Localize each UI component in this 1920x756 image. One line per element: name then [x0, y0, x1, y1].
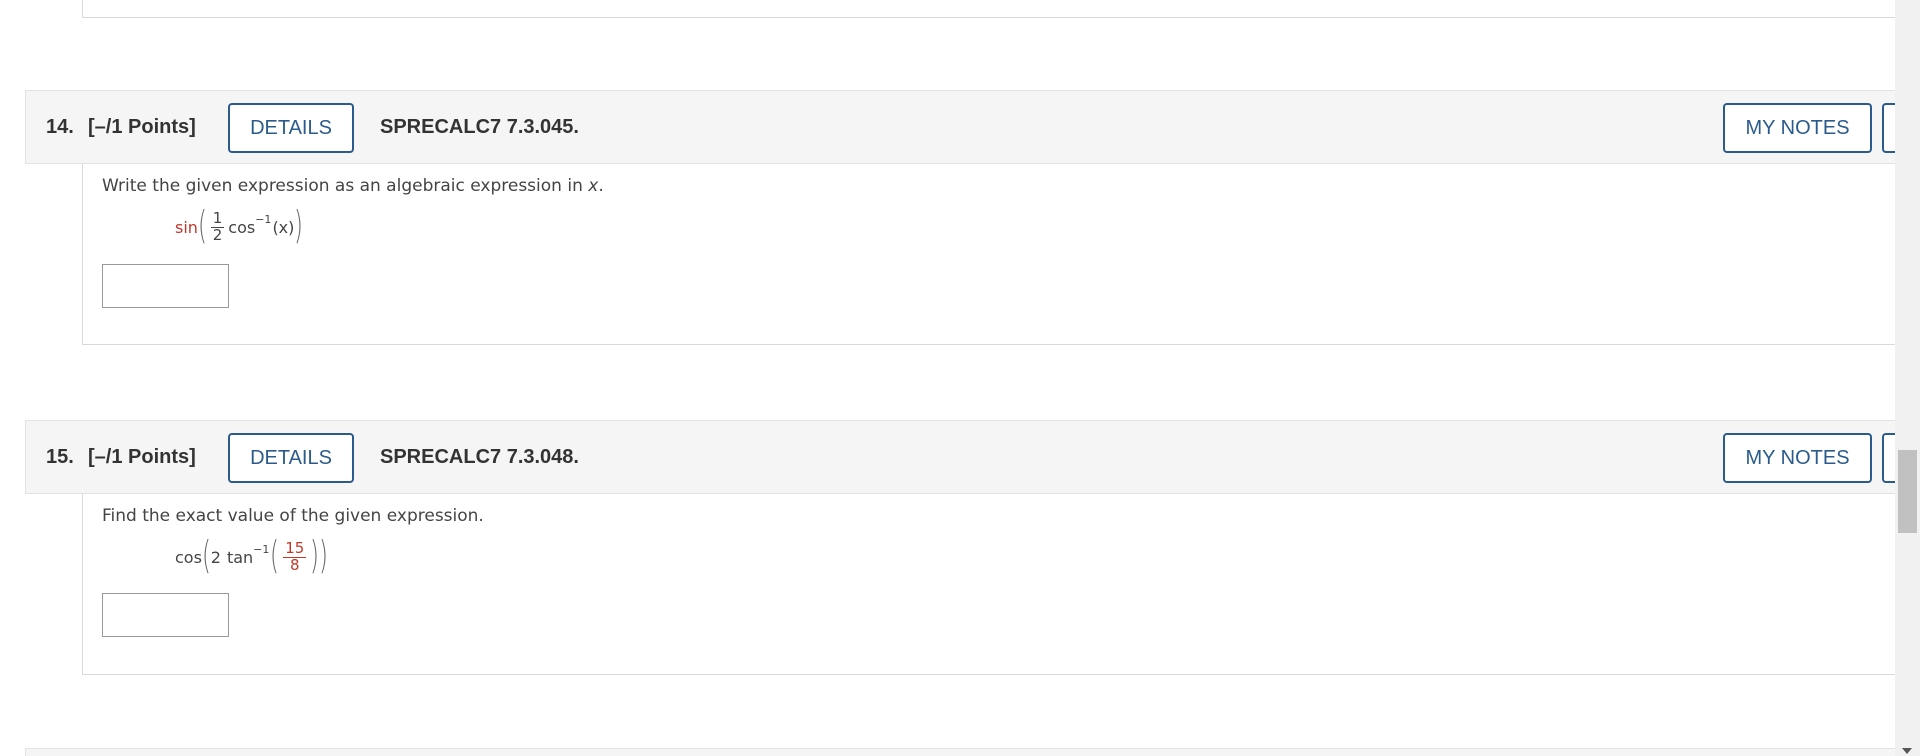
question-15-header: 15. [–/1 Points] DETAILS SPRECALC7 7.3.0… — [25, 420, 1895, 494]
ask-teacher-button[interactable] — [1882, 433, 1895, 483]
tan-function: tan — [226, 547, 254, 567]
sin-function: sin — [175, 217, 198, 237]
scroll-down-arrow-icon[interactable] — [1902, 748, 1912, 754]
details-button[interactable]: DETAILS — [228, 433, 354, 483]
next-question-header — [25, 748, 1895, 756]
previous-question-body — [82, 0, 1895, 18]
question-number: 15. — [46, 446, 74, 468]
question-15-body: Find the exact value of the given expres… — [82, 494, 1895, 675]
left-paren-inner: ( — [270, 533, 280, 577]
question-points: [–/1 Points] — [88, 116, 196, 138]
my-notes-button[interactable]: MY NOTES — [1723, 103, 1872, 153]
question-number: 14. — [46, 116, 74, 138]
question-14-body: Write the given expression as an algebra… — [82, 164, 1895, 345]
fraction: 1 2 — [210, 208, 225, 244]
right-paren: ) — [294, 203, 304, 247]
question-code: SPRECALC7 7.3.048. — [380, 446, 579, 468]
details-button[interactable]: DETAILS — [228, 103, 354, 153]
ask-teacher-button[interactable] — [1882, 103, 1895, 153]
fraction: 15 8 — [283, 538, 307, 574]
left-paren: ( — [197, 203, 207, 247]
question-14-header: 14. [–/1 Points] DETAILS SPRECALC7 7.3.0… — [25, 90, 1895, 164]
right-paren-inner: ) — [310, 533, 320, 577]
question-prompt: Find the exact value of the given expres… — [102, 506, 484, 526]
assignment-content: 14. [–/1 Points] DETAILS SPRECALC7 7.3.0… — [0, 0, 1895, 756]
inverse-superscript: −1 — [253, 542, 270, 556]
question-points: [–/1 Points] — [88, 446, 196, 468]
question-code: SPRECALC7 7.3.045. — [380, 116, 579, 138]
question-prompt: Write the given expression as an algebra… — [102, 176, 604, 196]
coefficient: 2 — [210, 547, 221, 567]
inverse-superscript: −1 — [255, 212, 272, 226]
argument: (x) — [272, 217, 295, 237]
vertical-scrollbar[interactable] — [1895, 0, 1920, 756]
cos-function: cos — [228, 217, 256, 237]
answer-input[interactable] — [102, 593, 229, 637]
left-paren: ( — [201, 533, 211, 577]
math-expression: sin ( 1 2 cos −1 (x) ) — [175, 204, 303, 250]
cos-function: cos — [175, 547, 202, 567]
right-paren: ) — [319, 533, 328, 577]
scrollbar-thumb[interactable] — [1898, 450, 1917, 533]
answer-input[interactable] — [102, 264, 229, 308]
math-expression: cos ( 2 tan −1 ( 15 8 ) ) — [175, 534, 328, 580]
my-notes-button[interactable]: MY NOTES — [1723, 433, 1872, 483]
